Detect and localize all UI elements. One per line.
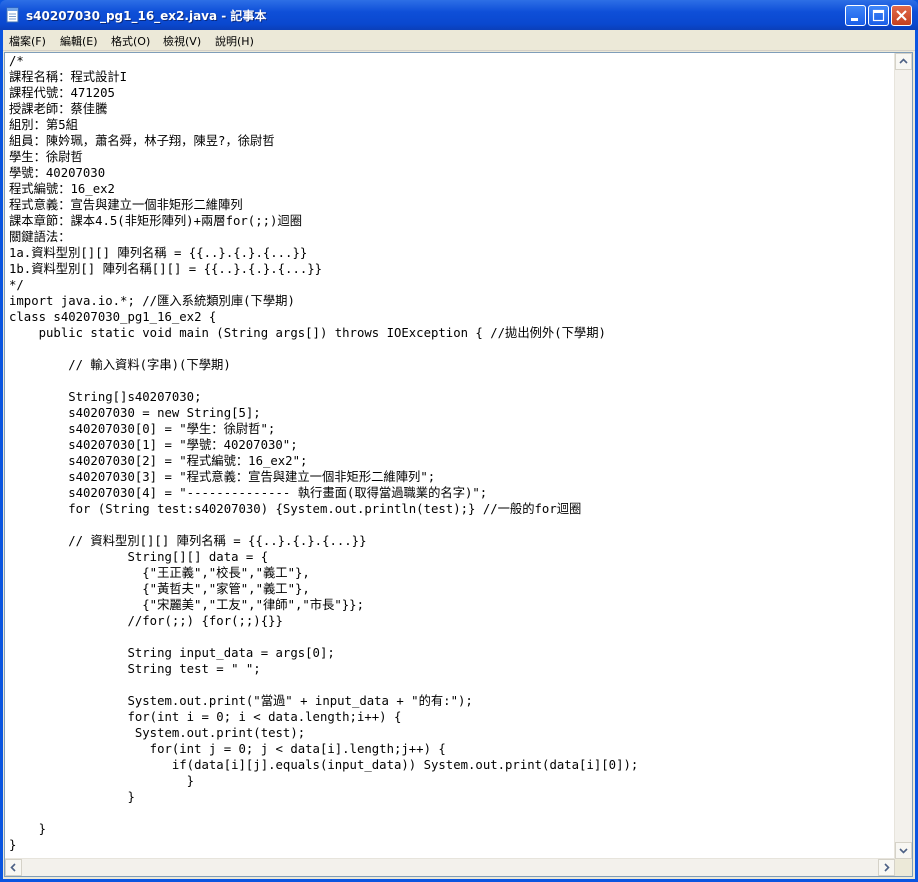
- text-editor[interactable]: /* 課程名稱：程式設計I 課程代號：471205 授課老師：蔡佳騰 組別：第5組組員：…: [4, 52, 913, 877]
- text-line: for (String test:s40207030) {System.out.…: [9, 502, 582, 516]
- text-line: 程式意義：宣告與建立一個非矩形二維陣列: [9, 198, 243, 212]
- text-line: for(int j = 0; j < data[i].length;j++) {: [9, 742, 446, 756]
- text-line: import java.io.*; //匯入系統類別庫(下學期): [9, 294, 295, 308]
- menu-format[interactable]: 格式(O): [111, 33, 150, 49]
- text-line: System.out.print("當過" + input_data + "的有…: [9, 694, 473, 708]
- text-line: 學號：40207030: [9, 166, 106, 180]
- text-line: s40207030[0] = "學生：徐尉哲";: [9, 422, 276, 436]
- text-line: s40207030[1] = "學號：40207030";: [9, 438, 298, 452]
- scroll-right-button[interactable]: [878, 859, 895, 876]
- text-line: 組別：第5組: [9, 118, 78, 132]
- text-line: [9, 805, 879, 821]
- text-line: [9, 629, 879, 645]
- text-line: {"王正義","校長","義工"},: [9, 566, 310, 580]
- minimize-icon: [851, 18, 858, 21]
- horizontal-scrollbar[interactable]: [5, 858, 895, 876]
- maximize-button[interactable]: [868, 5, 889, 26]
- scroll-down-button[interactable]: [895, 842, 912, 859]
- minimize-button[interactable]: [845, 5, 866, 26]
- window-title: s40207030_pg1_16_ex2.java - 記事本: [26, 9, 267, 23]
- text-line: 組員：陳妗珮，蕭名舜，林子翔，陳昱?，徐尉哲: [9, 134, 275, 148]
- text-line: public static void main (String args[]) …: [9, 326, 606, 340]
- text-line: 關鍵語法：: [9, 230, 71, 244]
- text-line: }: [9, 838, 17, 852]
- text-line: 授課老師：蔡佳騰: [9, 102, 108, 116]
- menu-edit[interactable]: 編輯(E): [60, 33, 98, 49]
- text-line: [9, 373, 879, 389]
- scroll-up-button[interactable]: [895, 53, 912, 70]
- text-line: s40207030[4] = "-------------- 執行畫面(取得當過…: [9, 486, 488, 500]
- window-frame: 檔案(F) 編輯(E) 格式(O) 檢視(V) 說明(H) /* 課程名稱：程式設…: [3, 30, 915, 879]
- document-text[interactable]: /* 課程名稱：程式設計I 課程代號：471205 授課老師：蔡佳騰 組別：第5組組員：…: [9, 53, 879, 858]
- size-grip[interactable]: [895, 859, 912, 876]
- menu-bar: 檔案(F) 編輯(E) 格式(O) 檢視(V) 說明(H): [3, 30, 915, 51]
- text-line: 1a.資料型別[][] 陣列名稱 = {{..}.{.}.{...}}: [9, 246, 308, 260]
- arrow-up-icon: [899, 58, 908, 64]
- text-line: 課程名稱：程式設計I: [9, 70, 128, 84]
- text-line: [9, 677, 879, 693]
- text-line: {"黃哲夫","家管","義工"},: [9, 582, 310, 596]
- text-line: }: [9, 822, 47, 836]
- menu-help[interactable]: 說明(H): [215, 33, 254, 49]
- menu-file[interactable]: 檔案(F): [9, 33, 46, 49]
- text-line: {"宋麗美","工友","律師","市長"}};: [9, 598, 364, 612]
- text-line: for(int i = 0; i < data.length;i++) {: [9, 710, 402, 724]
- text-line: 課程代號：471205: [9, 86, 115, 100]
- close-icon: [896, 10, 907, 21]
- arrow-right-icon: [884, 863, 890, 872]
- menu-view[interactable]: 檢視(V): [163, 33, 201, 49]
- text-line: String test = " ";: [9, 662, 261, 676]
- vertical-scrollbar[interactable]: [894, 53, 912, 859]
- text-line: String[]s40207030;: [9, 390, 202, 404]
- notepad-icon: [6, 7, 20, 23]
- text-line: if(data[i][j].equals(input_data)) System…: [9, 758, 639, 772]
- text-line: String input_data = args[0];: [9, 646, 335, 660]
- text-line: s40207030[2] = "程式編號：16_ex2";: [9, 454, 308, 468]
- text-line: //for(;;) {for(;;){}}: [9, 614, 283, 628]
- text-line: 1b.資料型別[] 陣列名稱[][] = {{..}.{.}.{...}}: [9, 262, 323, 276]
- text-line: 程式編號：16_ex2: [9, 182, 115, 196]
- text-line: 學生：徐尉哲: [9, 150, 83, 164]
- text-line: String[][] data = {: [9, 550, 269, 564]
- text-line: /*: [9, 54, 24, 68]
- text-line: }: [9, 774, 195, 788]
- text-line: s40207030 = new String[5];: [9, 406, 261, 420]
- text-line: // 輸入資料(字串)(下學期): [9, 358, 231, 372]
- notepad-window: s40207030_pg1_16_ex2.java - 記事本 檔案(F) 編輯…: [0, 0, 918, 882]
- text-line: }: [9, 790, 135, 804]
- text-line: // 資料型別[][] 陣列名稱 = {{..}.{.}.{...}}: [9, 534, 367, 548]
- arrow-down-icon: [899, 848, 908, 854]
- close-button[interactable]: [891, 5, 912, 26]
- text-line: s40207030[3] = "程式意義：宣告與建立一個非矩形二維陣列";: [9, 470, 436, 484]
- text-line: [9, 517, 879, 533]
- maximize-icon: [872, 9, 885, 22]
- arrow-left-icon: [10, 863, 16, 872]
- text-line: [9, 341, 879, 357]
- text-line: 課本章節：課本4.5(非矩形陣列)+兩層for(;;)迴圈: [9, 214, 302, 228]
- text-line: */: [9, 278, 24, 292]
- title-bar[interactable]: s40207030_pg1_16_ex2.java - 記事本: [0, 0, 918, 30]
- scroll-left-button[interactable]: [5, 859, 22, 876]
- text-line: class s40207030_pg1_16_ex2 {: [9, 310, 217, 324]
- text-line: System.out.print(test);: [9, 726, 306, 740]
